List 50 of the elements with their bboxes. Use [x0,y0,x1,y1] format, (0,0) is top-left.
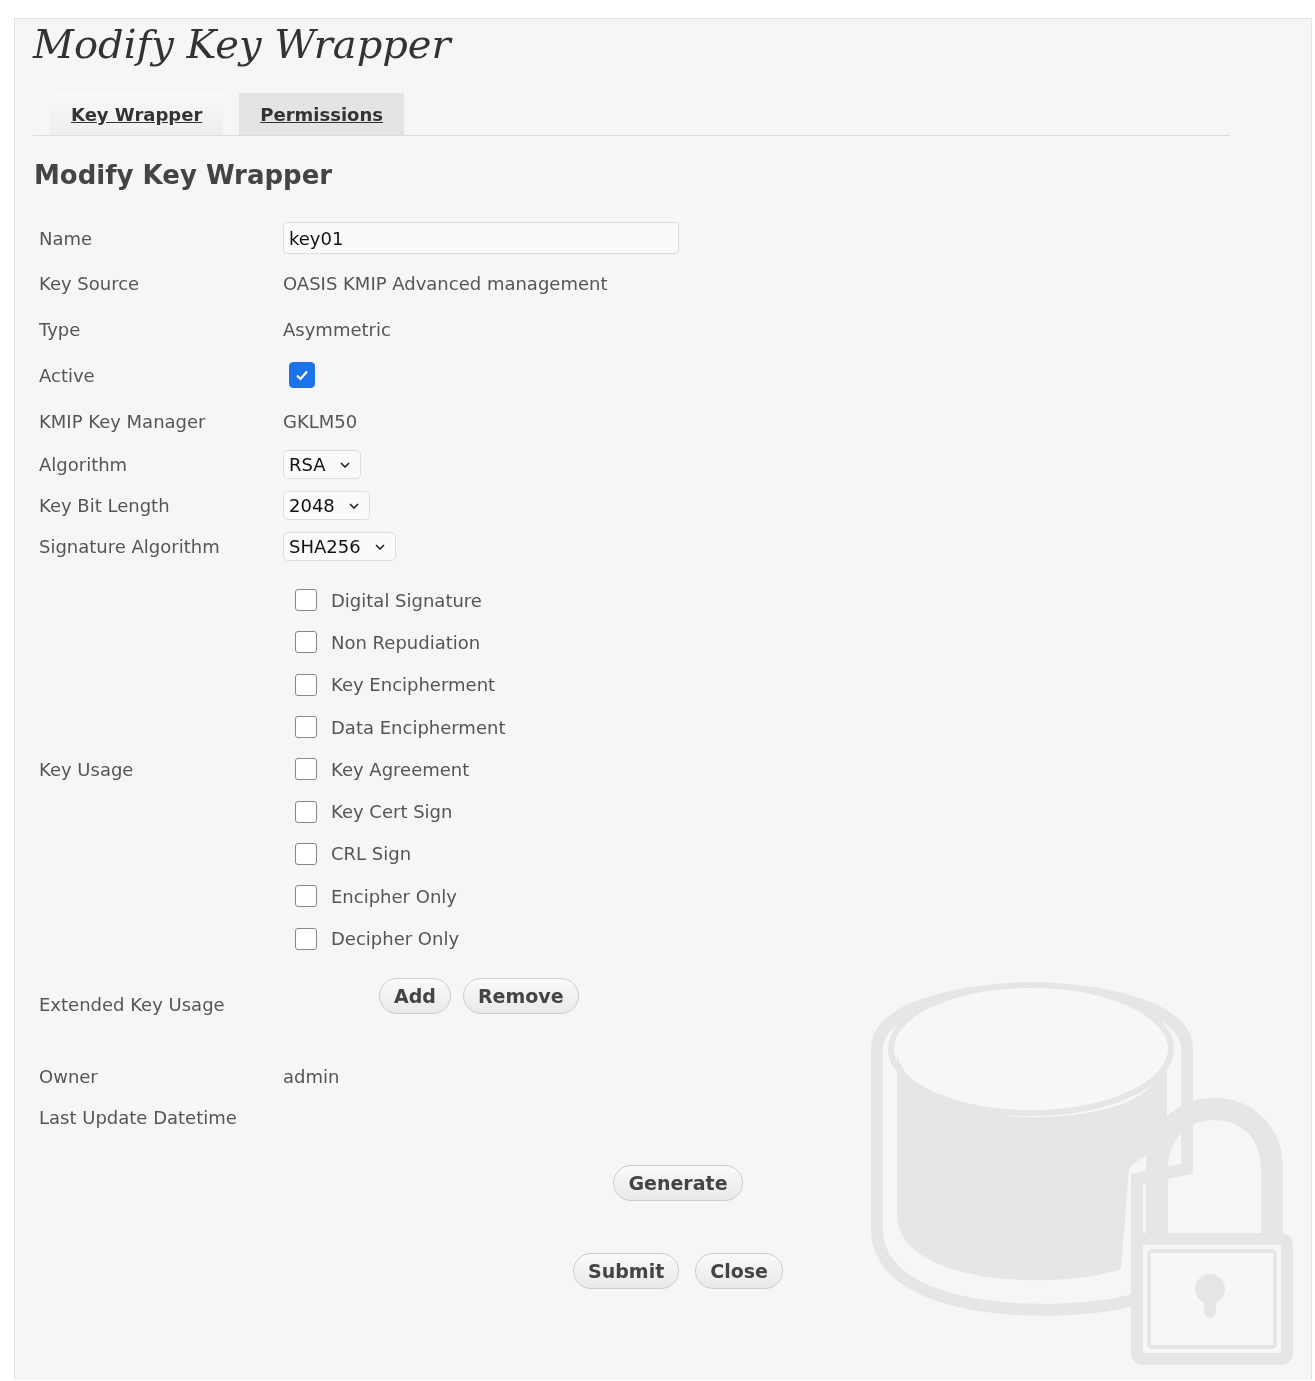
field-label: Last Update Datetime [38,1106,238,1128]
field-value: Asymmetric [283,318,391,340]
name-field[interactable]: key01 [283,222,679,254]
action-button[interactable]: Close [695,1252,783,1289]
checkbox-label: Data Encipherment [331,716,506,738]
tab[interactable]: Permissions [239,93,404,135]
checkbox[interactable] [295,631,317,654]
field-value: OASIS KMIP Advanced management [283,272,608,294]
dropdown[interactable]: RSA [283,450,361,479]
dropdown[interactable]: 2048 [283,491,370,520]
checkbox[interactable] [295,885,317,908]
checkbox-label: Digital Signature [331,589,482,611]
action-button[interactable]: Submit [573,1252,680,1289]
field-label: Active [38,364,96,386]
field-value: admin [283,1065,340,1087]
checkbox-label: Non Repudiation [331,631,481,653]
checkbox-label: Decipher Only [331,928,460,949]
field-label: Name [38,227,94,249]
page-title: Modify Key Wrapper [33,20,454,69]
field-label: Signature Algorithm [38,536,221,557]
section-heading: Modify Key Wrapper [33,159,334,192]
field-label: KMIP Key Manager [38,410,207,432]
field-label: Key Source [38,272,141,294]
checkbox-label: Key Encipherment [331,674,496,696]
field-value: GKLM50 [283,410,358,432]
checkbox[interactable] [295,758,317,781]
field-label: Type [38,318,82,340]
caret-icon [374,543,385,550]
generate-button[interactable]: Generate [613,1164,743,1201]
checkbox[interactable] [295,716,317,739]
field-label: Owner [38,1065,99,1087]
field-label: Algorithm [38,454,129,475]
checkbox[interactable] [295,589,317,612]
field-label: Key Bit Length [38,495,171,516]
checkbox-label: Key Cert Sign [331,801,453,823]
field-label: Key Usage [38,758,135,780]
checkbox-label: Key Agreement [331,758,470,780]
checkbox[interactable] [295,673,317,696]
caret-icon [339,461,350,468]
caret-icon [348,502,359,509]
checkbox[interactable] [289,362,315,388]
checkbox[interactable] [295,927,317,950]
dropdown[interactable]: SHA256 [283,532,396,561]
action-button[interactable]: Remove [462,977,579,1014]
action-button[interactable]: Add [379,977,451,1014]
field-label: Extended Key Usage [38,993,226,1015]
checkbox-label: CRL Sign [331,843,412,865]
checkbox-label: Encipher Only [331,885,457,907]
checkbox[interactable] [295,842,317,865]
checkbox[interactable] [295,800,317,823]
